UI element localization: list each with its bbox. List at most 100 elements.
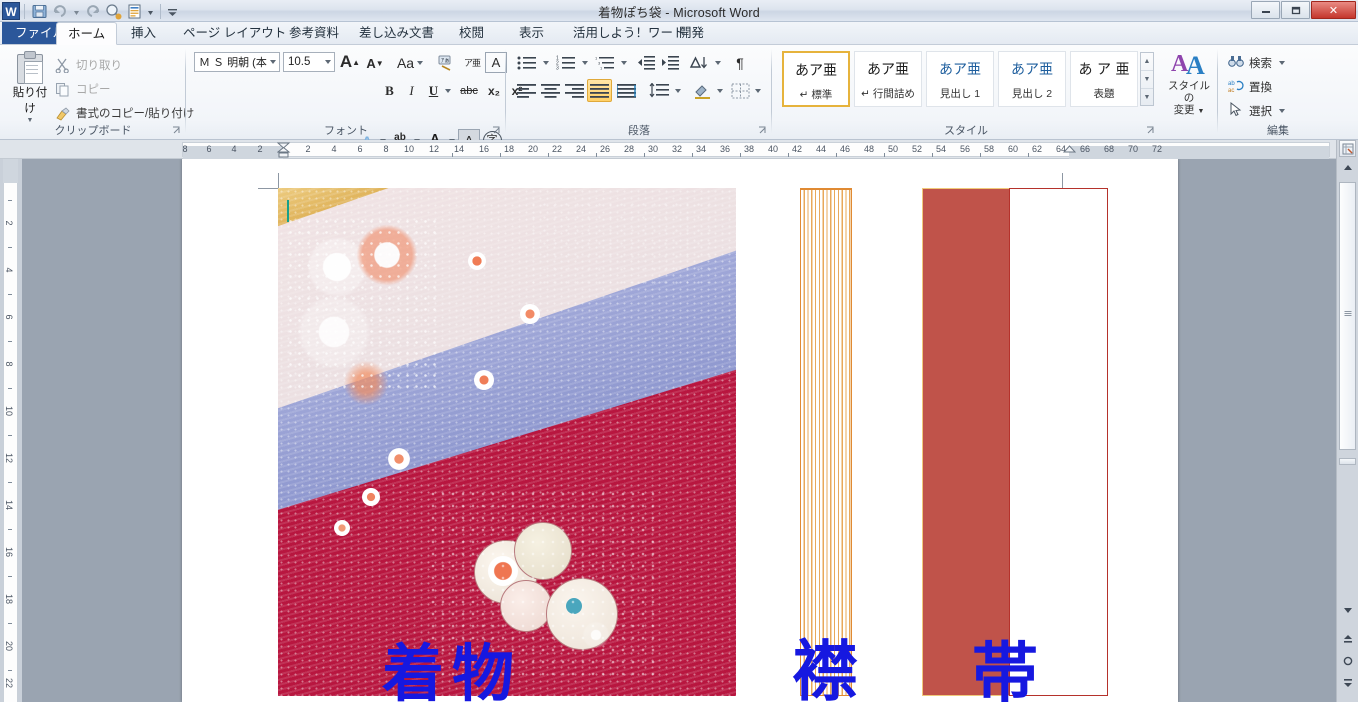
numbering-dropdown-icon[interactable]: [579, 52, 590, 73]
copy-button[interactable]: コピー: [55, 81, 111, 97]
bullets-button[interactable]: [514, 52, 540, 73]
clipboard-dialog-launcher[interactable]: [171, 125, 182, 136]
tab-home[interactable]: ホーム: [56, 22, 118, 45]
shrink-font-button[interactable]: A ▼: [364, 53, 386, 73]
scrollbar-thumb[interactable]: [1339, 182, 1356, 450]
increase-indent-button[interactable]: [658, 52, 682, 73]
previous-page-button[interactable]: [1339, 630, 1356, 647]
vertical-scrollbar[interactable]: [1336, 140, 1358, 702]
styles-scroll-down-icon[interactable]: ▼: [1141, 71, 1153, 89]
document-canvas[interactable]: 着物 襟 帯: [22, 159, 1336, 702]
distribute-button[interactable]: [614, 80, 638, 101]
next-page-button[interactable]: [1339, 674, 1356, 691]
style-item-normal[interactable]: あア亜 ↵ 標準: [782, 51, 850, 107]
sort-dropdown-icon[interactable]: [712, 52, 723, 73]
borders-dropdown-icon[interactable]: [752, 80, 763, 101]
scroll-down-button[interactable]: [1339, 602, 1356, 619]
font-name-value: Ｍ Ｓ 明朝 (本: [199, 57, 267, 69]
text-caret: [287, 200, 289, 222]
italic-button[interactable]: I: [401, 80, 422, 101]
bullets-dropdown-icon[interactable]: [540, 52, 551, 73]
kimono-picture[interactable]: [278, 188, 736, 696]
change-case-button[interactable]: Aa: [393, 52, 427, 73]
grow-font-button[interactable]: A ▲: [338, 51, 362, 73]
styles-more-icon[interactable]: ▼: [1141, 89, 1153, 106]
style-item-heading2[interactable]: あア亜 見出し 2: [998, 51, 1066, 107]
right-indent-marker: [1063, 145, 1076, 153]
styles-scroll-up-icon[interactable]: ▲: [1141, 53, 1153, 71]
find-button[interactable]: 検索: [1228, 54, 1285, 72]
paragraph-dialog-launcher[interactable]: [757, 125, 768, 136]
restore-button[interactable]: [1281, 1, 1310, 19]
tab-insert[interactable]: 挿入: [120, 22, 167, 45]
obi-white-panel[interactable]: [1009, 188, 1108, 696]
strikethrough-button[interactable]: abc: [456, 80, 482, 101]
align-left-button[interactable]: [514, 80, 538, 101]
ruler-num: 22: [551, 144, 563, 154]
ruler-num: 2: [4, 220, 14, 226]
paste-button[interactable]: 貼り付け ▼: [8, 49, 52, 124]
multilevel-list-button[interactable]: 131: [592, 52, 618, 73]
horizontal-ruler[interactable]: 8 6 4 2 2 4 6 8 10 12 14 16 18 20 22 24 …: [0, 140, 1358, 159]
vertical-ruler[interactable]: 2 4 6 8 10 12 14 16 18 20 22: [0, 159, 22, 702]
view-ruler-button[interactable]: [1339, 140, 1356, 157]
cut-button[interactable]: 切り取り: [55, 57, 122, 74]
obi-shape[interactable]: [922, 188, 1010, 696]
caption-obi[interactable]: 帯: [972, 641, 1038, 702]
style-item-title[interactable]: あ ア 亜 表題: [1070, 51, 1138, 107]
minimize-button[interactable]: [1251, 1, 1280, 19]
phonetic-guide-button[interactable]: ｱぁ: [435, 52, 459, 73]
collar-shape[interactable]: [800, 188, 852, 696]
line-spacing-button[interactable]: [646, 80, 672, 101]
tab-review[interactable]: 校閲: [448, 22, 495, 45]
font-name-combo[interactable]: Ｍ Ｓ 明朝 (本: [194, 52, 280, 72]
split-window-handle[interactable]: [1339, 458, 1356, 465]
align-center-button[interactable]: [538, 80, 562, 101]
underline-dropdown-icon[interactable]: [442, 80, 454, 101]
horizontal-ruler-track[interactable]: 8 6 4 2 2 4 6 8 10 12 14 16 18 20 22 24 …: [182, 142, 1330, 159]
char-border-button[interactable]: A: [485, 52, 507, 73]
line-spacing-dropdown-icon[interactable]: [672, 80, 683, 101]
document-page[interactable]: 着物 襟 帯: [182, 159, 1178, 702]
borders-button[interactable]: [728, 80, 752, 101]
char-emphasis-button[interactable]: ア亜: [462, 51, 482, 74]
decrease-indent-button[interactable]: [634, 52, 658, 73]
ruler-num: 22: [4, 677, 14, 689]
justify-button[interactable]: [587, 79, 612, 102]
subscript-label: x₂: [487, 83, 500, 98]
tab-view[interactable]: 表示: [508, 22, 555, 45]
format-painter-button[interactable]: 書式のコピー/貼り付け: [55, 105, 194, 121]
change-styles-button[interactable]: A A スタイルの 変更 ▼: [1163, 49, 1215, 118]
scroll-up-button[interactable]: [1339, 159, 1356, 176]
bold-button[interactable]: B: [379, 80, 400, 101]
underline-button[interactable]: U: [423, 80, 444, 101]
replace-button[interactable]: ab ac 置換: [1228, 78, 1272, 96]
subscript-button[interactable]: x₂: [483, 80, 505, 101]
tab-references[interactable]: 参考資料: [278, 22, 350, 45]
ruler-num: 18: [4, 593, 14, 605]
tab-developer[interactable]: 開発: [668, 22, 715, 45]
sort-button[interactable]: [686, 52, 712, 73]
italic-label: I: [409, 82, 414, 98]
align-right-button[interactable]: [562, 80, 586, 101]
shading-dropdown-icon[interactable]: [714, 80, 725, 101]
styles-scroll-spinner[interactable]: ▲ ▼ ▼: [1140, 52, 1154, 106]
font-size-combo[interactable]: 10.5: [283, 52, 335, 72]
select-button[interactable]: 選択: [1228, 101, 1285, 120]
show-marks-button[interactable]: ¶: [728, 52, 752, 73]
style-item-no-spacing[interactable]: あア亜 ↵ 行間詰め: [854, 51, 922, 107]
binoculars-icon: [1228, 54, 1244, 72]
multilevel-dropdown-icon[interactable]: [618, 52, 629, 73]
shading-button[interactable]: [690, 80, 714, 101]
tab-mailings[interactable]: 差し込み文書: [348, 22, 445, 45]
select-browse-object-button[interactable]: [1339, 652, 1356, 669]
caption-collar[interactable]: 襟: [792, 639, 858, 702]
style-preview: あア亜: [867, 62, 909, 78]
style-item-heading1[interactable]: あア亜 見出し 1: [926, 51, 994, 107]
caption-kimono[interactable]: 着物: [382, 643, 522, 702]
margin-mark-tl-v: [278, 173, 279, 189]
close-button[interactable]: ✕: [1311, 1, 1356, 19]
vertical-ruler-track[interactable]: [3, 159, 18, 702]
styles-dialog-launcher[interactable]: [1145, 125, 1156, 136]
numbering-button[interactable]: 123: [553, 52, 579, 73]
